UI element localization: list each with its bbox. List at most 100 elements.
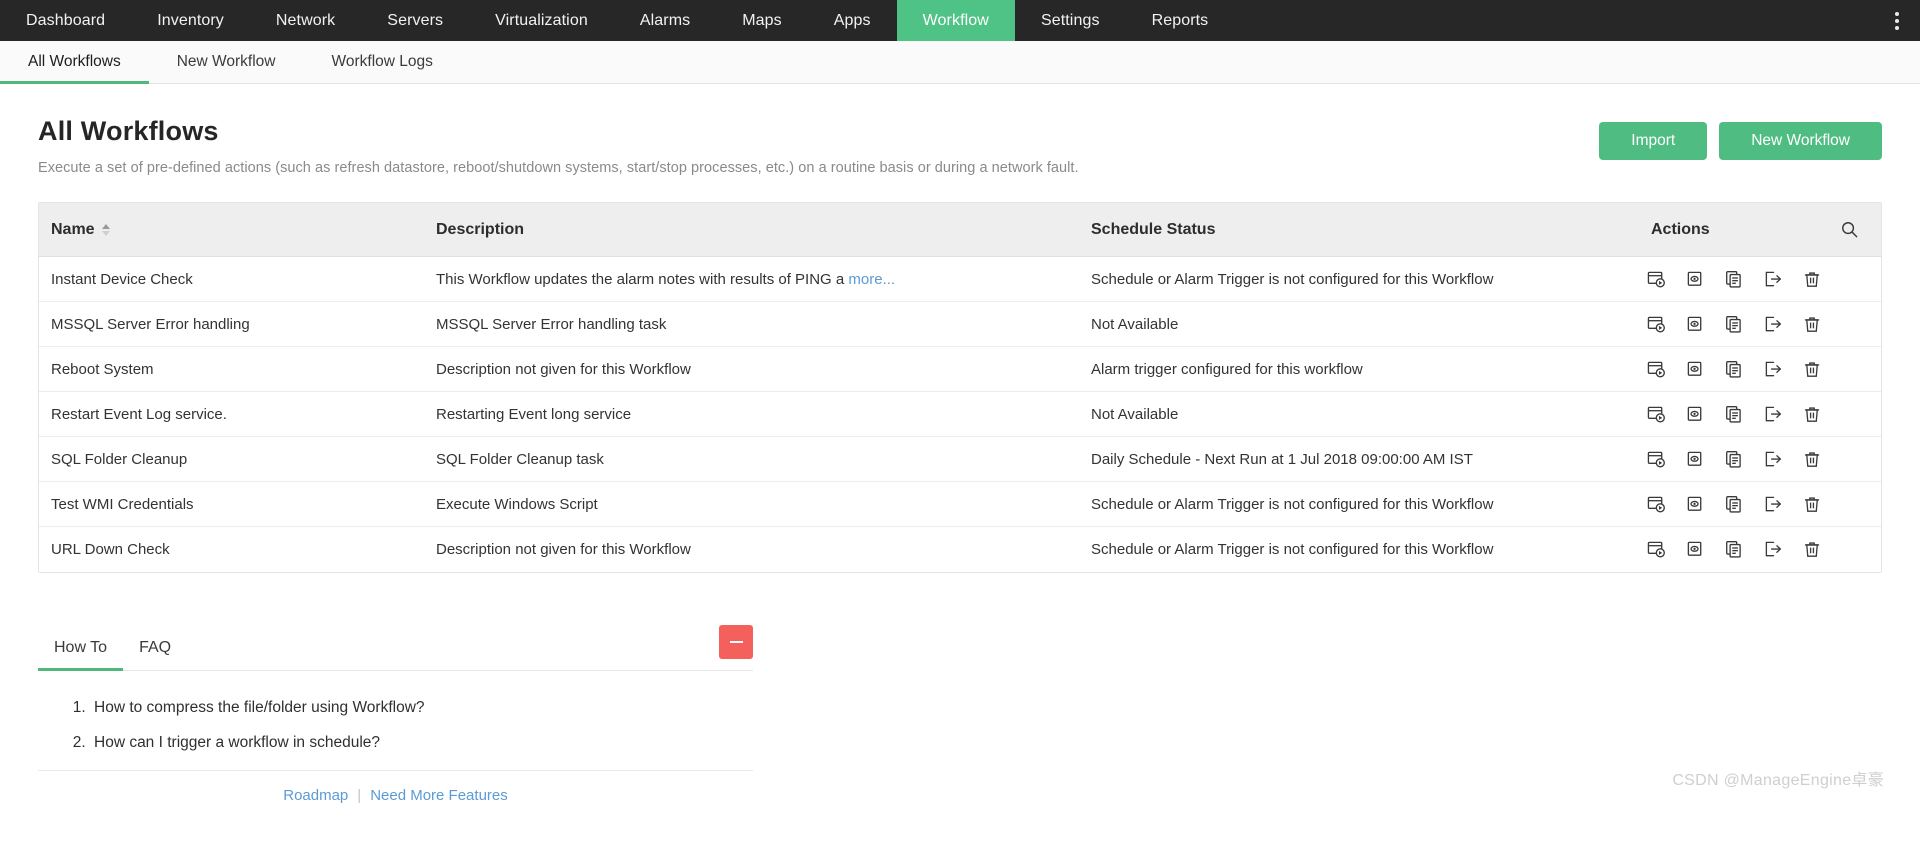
view-workflow-icon[interactable] [1686,270,1705,289]
cell-actions [1639,526,1881,572]
nav-label: Dashboard [26,11,106,29]
copy-workflow-icon[interactable] [1725,360,1744,379]
sort-toggle-icon[interactable] [101,223,110,236]
column-label: Actions [1651,220,1710,238]
row-action-group [1647,495,1881,514]
delete-workflow-icon[interactable] [1803,270,1822,289]
delete-workflow-icon[interactable] [1803,360,1822,379]
execute-workflow-icon[interactable] [1647,540,1666,559]
view-workflow-icon[interactable] [1686,405,1705,424]
table-row[interactable]: MSSQL Server Error handling MSSQL Server… [39,301,1881,347]
delete-workflow-icon[interactable] [1803,495,1822,514]
export-workflow-icon[interactable] [1764,450,1783,469]
nav-item-alarms[interactable]: Alarms [614,0,716,41]
nav-label: Workflow [922,11,989,29]
help-list-item[interactable]: How can I trigger a workflow in schedule… [90,734,753,752]
nav-item-settings[interactable]: Settings [1015,0,1126,41]
subnav-item-new-workflow[interactable]: New Workflow [149,41,304,83]
table-row[interactable]: SQL Folder Cleanup SQL Folder Cleanup ta… [39,436,1881,482]
nav-item-servers[interactable]: Servers [361,0,469,41]
top-navigation-bar: Dashboard Inventory Network Servers Virt… [0,0,1920,41]
delete-workflow-icon[interactable] [1803,405,1822,424]
execute-workflow-icon[interactable] [1647,270,1666,289]
row-action-group [1647,450,1881,469]
workflows-table: Name Description Schedule Status Actions [39,203,1881,572]
cell-actions [1639,391,1881,437]
table-header-row: Name Description Schedule Status Actions [39,203,1881,257]
nav-item-workflow[interactable]: Workflow [896,0,1015,41]
table-row[interactable]: Instant Device Check This Workflow updat… [39,256,1881,302]
view-workflow-icon[interactable] [1686,495,1705,514]
export-workflow-icon[interactable] [1764,315,1783,334]
cell-name: Restart Event Log service. [39,391,424,437]
copy-workflow-icon[interactable] [1725,540,1744,559]
delete-workflow-icon[interactable] [1803,540,1822,559]
help-tab-label: FAQ [139,638,172,656]
subnav-label: New Workflow [176,53,276,70]
copy-workflow-icon[interactable] [1725,270,1744,289]
view-workflow-icon[interactable] [1686,360,1705,379]
execute-workflow-icon[interactable] [1647,495,1666,514]
cell-schedule-status: Schedule or Alarm Trigger is not configu… [1079,481,1639,527]
execute-workflow-icon[interactable] [1647,450,1666,469]
copy-workflow-icon[interactable] [1725,315,1744,334]
help-list-item[interactable]: How to compress the file/folder using Wo… [90,699,753,717]
nav-item-dashboard[interactable]: Dashboard [0,0,131,41]
nav-item-apps[interactable]: Apps [808,0,897,41]
roadmap-link[interactable]: Roadmap [283,787,348,804]
cell-name: URL Down Check [39,526,424,572]
cell-description: MSSQL Server Error handling task [424,301,1079,347]
help-tab-how-to[interactable]: How To [38,638,124,671]
execute-workflow-icon[interactable] [1647,405,1666,424]
export-workflow-icon[interactable] [1764,405,1783,424]
execute-workflow-icon[interactable] [1647,315,1666,334]
copy-workflow-icon[interactable] [1725,495,1744,514]
page-subtitle: Execute a set of pre-defined actions (su… [38,160,1079,176]
nav-item-network[interactable]: Network [250,0,361,41]
help-tab-faq[interactable]: FAQ [123,639,187,670]
nav-label: Apps [833,11,871,29]
need-more-features-link[interactable]: Need More Features [370,787,508,804]
nav-label: Servers [387,11,444,29]
help-tab-label: How To [54,638,108,656]
column-header-name[interactable]: Name [39,203,424,257]
export-workflow-icon[interactable] [1764,540,1783,559]
table-row[interactable]: URL Down Check Description not given for… [39,526,1881,572]
nav-item-virtualization[interactable]: Virtualization [469,0,614,41]
view-workflow-icon[interactable] [1686,450,1705,469]
execute-workflow-icon[interactable] [1647,360,1666,379]
delete-workflow-icon[interactable] [1803,450,1822,469]
delete-workflow-icon[interactable] [1803,315,1822,334]
export-workflow-icon[interactable] [1764,360,1783,379]
table-row[interactable]: Test WMI Credentials Execute Windows Scr… [39,481,1881,527]
description-more-link[interactable]: more... [848,271,895,288]
nav-item-inventory[interactable]: Inventory [131,0,250,41]
view-workflow-icon[interactable] [1686,540,1705,559]
export-workflow-icon[interactable] [1764,495,1783,514]
subnav-item-workflow-logs[interactable]: Workflow Logs [304,41,461,83]
nav-item-maps[interactable]: Maps [716,0,808,41]
search-icon[interactable] [1839,220,1859,240]
cell-actions [1639,301,1881,347]
column-header-schedule-status[interactable]: Schedule Status [1079,203,1639,257]
export-workflow-icon[interactable] [1764,270,1783,289]
view-workflow-icon[interactable] [1686,315,1705,334]
import-button[interactable]: Import [1599,122,1708,160]
cell-name: Test WMI Credentials [39,481,424,527]
cell-schedule-status: Not Available [1079,301,1639,347]
more-vertical-icon[interactable] [1874,0,1920,41]
nav-item-reports[interactable]: Reports [1126,0,1235,41]
subnav-item-all-workflows[interactable]: All Workflows [0,41,149,84]
copy-workflow-icon[interactable] [1725,405,1744,424]
table-row[interactable]: Reboot System Description not given for … [39,346,1881,392]
collapse-help-button[interactable] [719,624,753,659]
sort-asc-icon [101,223,110,229]
copy-workflow-icon[interactable] [1725,450,1744,469]
cell-schedule-status: Schedule or Alarm Trigger is not configu… [1079,526,1639,572]
new-workflow-button[interactable]: New Workflow [1719,122,1882,160]
cell-description: Description not given for this Workflow [424,526,1079,572]
cell-description: Execute Windows Script [424,481,1079,527]
column-header-description[interactable]: Description [424,203,1079,257]
table-row[interactable]: Restart Event Log service. Restarting Ev… [39,391,1881,437]
